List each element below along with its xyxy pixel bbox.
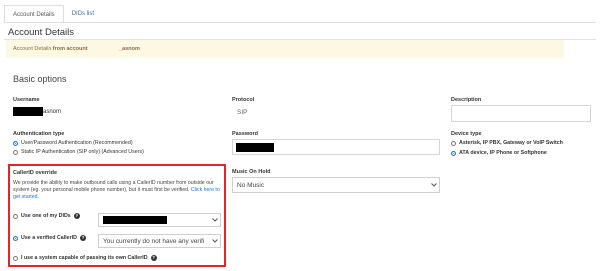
auth-option-user-password[interactable]: User/Password Authentication (Recommende… (13, 140, 133, 146)
description-input[interactable] (451, 105, 591, 122)
radio-checked-icon (451, 150, 456, 156)
auth-option-static-ip[interactable]: Static IP Authentication (SIP only) (Adv… (13, 149, 144, 155)
device-option-label: ATA device, IP Phone or Softphone (459, 150, 547, 156)
tab-dids-list[interactable]: DIDs list (64, 5, 102, 23)
music-on-hold-value: No Music (237, 181, 265, 189)
password-redaction (236, 143, 274, 152)
tab-divider (4, 22, 596, 23)
radio-unchecked-icon (451, 140, 456, 146)
verified-callerid-value: You currently do not have any verifi (103, 237, 205, 245)
music-on-hold-select[interactable]: No Music (232, 177, 440, 193)
password-label: Password (232, 131, 258, 137)
radio-checked-icon (13, 235, 18, 241)
banner-from-text: from account (51, 46, 88, 52)
username-redaction (13, 107, 43, 116)
help-icon[interactable]: ? (79, 235, 86, 241)
username-label: Username (13, 97, 40, 103)
radio-checked-icon (13, 140, 18, 146)
account-banner: Account Details from account _asnom (6, 40, 564, 58)
protocol-label: Protocol (232, 97, 255, 103)
radio-unchecked-icon (13, 255, 18, 261)
banner-prefix: Account Details (13, 46, 52, 52)
radio-unchecked-icon (13, 149, 18, 155)
music-on-hold-label: Music On Hold (232, 169, 271, 175)
tab-bar: Account Details DIDs list (4, 5, 102, 23)
callerid-option-label: Use a verified CallerID (21, 235, 77, 241)
chevron-down-icon (429, 183, 439, 187)
device-option-ata[interactable]: ATA device, IP Phone or Softphone (451, 150, 547, 156)
help-icon[interactable]: ? (150, 255, 157, 261)
protocol-value: SIP (237, 109, 248, 116)
callerid-option-system[interactable]: I use a system capable of passing its ow… (13, 255, 157, 261)
verified-callerid-select[interactable]: You currently do not have any verifi (98, 234, 221, 248)
callerid-label: CallerID override (13, 170, 58, 176)
auth-option-label: Static IP Authentication (SIP only) (Adv… (21, 149, 144, 155)
device-option-label: Asterisk, IP PBX, Gateway or VoIP Switch (459, 140, 563, 146)
callerid-description-text: We provide the ability to make outbound … (13, 180, 214, 193)
device-type-label: Device type (451, 131, 482, 137)
device-option-pbx[interactable]: Asterisk, IP PBX, Gateway or VoIP Switch (451, 140, 563, 146)
username-value: asnom (43, 109, 62, 115)
my-dids-redaction (103, 216, 167, 224)
tab-account-details[interactable]: Account Details (4, 5, 64, 23)
callerid-option-label: I use a system capable of passing its ow… (21, 255, 148, 261)
auth-option-label: User/Password Authentication (Recommende… (21, 140, 133, 146)
chevron-down-icon (210, 239, 220, 243)
auth-type-label: Authentication type (13, 131, 65, 137)
chevron-down-icon (210, 218, 220, 222)
my-dids-select[interactable] (98, 213, 221, 227)
banner-account-name: _asnom (119, 46, 140, 52)
section-title: Basic options (13, 74, 67, 84)
callerid-option-my-dids[interactable]: Use one of my DIDs ? (13, 213, 80, 219)
radio-unchecked-icon (13, 213, 18, 219)
callerid-description: We provide the ability to make outbound … (13, 180, 223, 200)
callerid-option-verified[interactable]: Use a verified CallerID ? (13, 235, 86, 241)
help-icon[interactable]: ? (73, 213, 80, 219)
description-label: Description (451, 97, 482, 103)
page-title: Account Details (8, 27, 75, 38)
callerid-option-label: Use one of my DIDs (21, 213, 71, 219)
